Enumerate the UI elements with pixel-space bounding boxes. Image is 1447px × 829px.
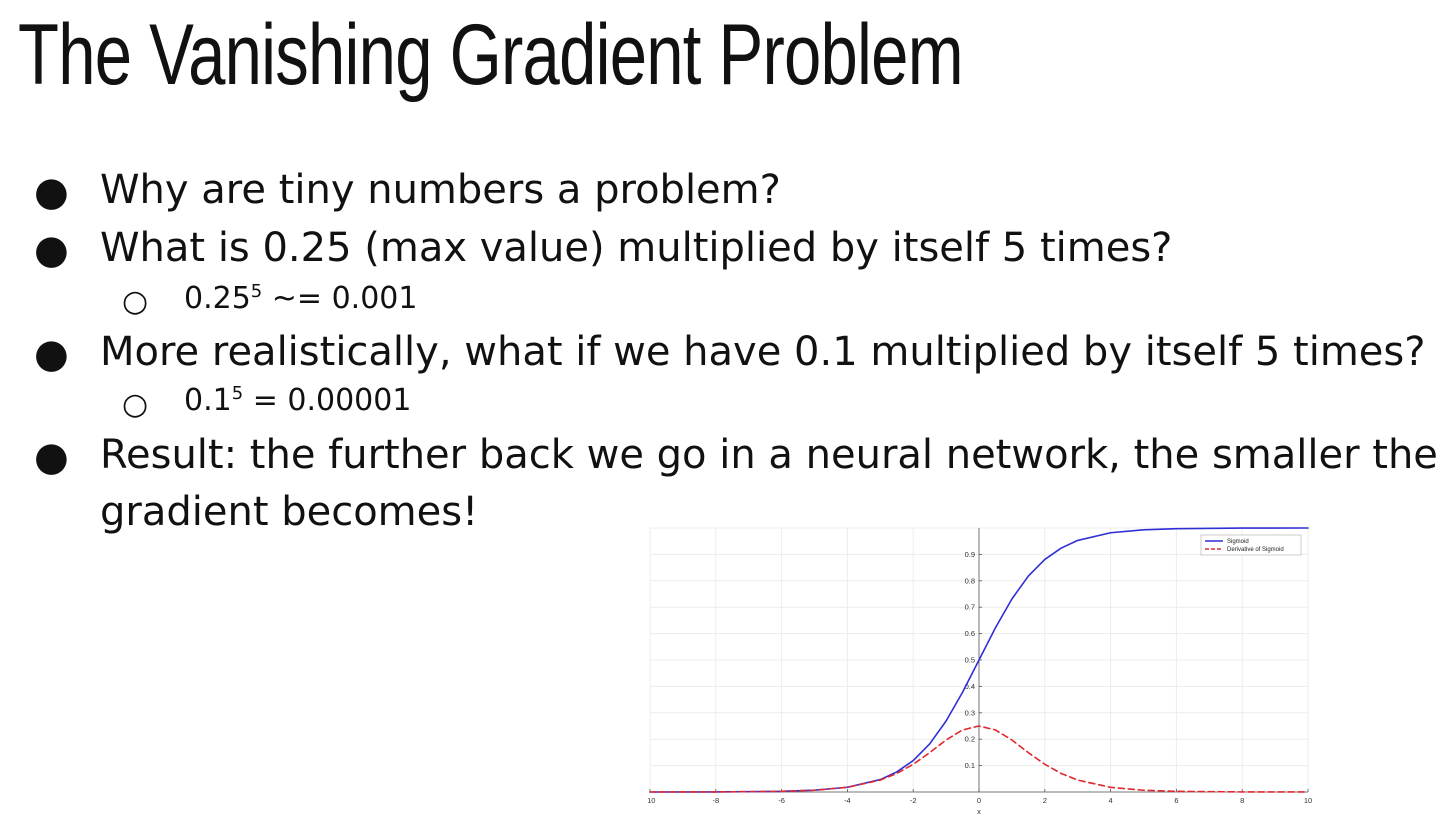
y-tick-label: 0.7	[965, 603, 975, 612]
legend: Sigmoid Derivative of Sigmoid	[1200, 534, 1302, 556]
sub-bullet-marker: ○	[122, 387, 149, 422]
x-tick-label: 0	[977, 796, 981, 805]
sub-bullet-marker: ○	[122, 284, 149, 319]
sigmoid-chart: -10-8-6-4-202468100.10.20.30.40.50.60.70…	[645, 526, 1312, 818]
y-tick-label: 0.6	[965, 629, 975, 638]
bullet-text-4-line-1: Result: the further back we go in a neur…	[100, 432, 1438, 478]
bullet-text-1: Why are tiny numbers a problem?	[100, 167, 781, 213]
slide-title: The Vanishing Gradient Problem	[18, 7, 964, 103]
chart-background	[648, 526, 1312, 818]
y-tick-label: 0.1	[965, 761, 975, 770]
y-tick-label: 0.5	[965, 656, 975, 665]
x-tick-label: 10	[1304, 796, 1312, 805]
bullet-marker: ●	[34, 331, 69, 377]
x-tick-label: -4	[844, 796, 851, 805]
x-tick-label: -6	[778, 796, 785, 805]
sub-bullet-exponent: 5	[231, 383, 244, 404]
x-tick-label: 4	[1109, 796, 1113, 805]
bullet-marker: ●	[34, 169, 69, 215]
y-tick-label: 0.3	[965, 708, 975, 717]
sub-bullet-exponent: 5	[250, 281, 263, 302]
chart-svg: -10-8-6-4-202468100.10.20.30.40.50.60.70…	[645, 526, 1312, 818]
y-tick-label: 0.9	[965, 550, 975, 559]
x-tick-label: 6	[1174, 796, 1178, 805]
legend-label: Derivative of Sigmoid	[1227, 547, 1284, 553]
x-axis-label: x	[977, 807, 981, 816]
x-tick-label: -8	[712, 796, 719, 805]
x-tick-label: 8	[1240, 796, 1244, 805]
sub-bullet-base: 0.25	[184, 281, 251, 316]
x-tick-label: -10	[648, 796, 655, 805]
bullet-marker: ●	[34, 227, 69, 273]
x-tick-label: 2	[1043, 796, 1047, 805]
bullet-marker: ●	[34, 434, 69, 480]
bullet-text-4-line-2: gradient becomes!	[100, 489, 479, 535]
x-tick-label: -2	[910, 796, 917, 805]
sub-bullet-rest: ~= 0.001	[262, 281, 418, 316]
sub-bullet-text-1: 0.255 ~= 0.001	[184, 281, 418, 316]
y-tick-label: 0.8	[965, 576, 975, 585]
bullet-text-2: What is 0.25 (max value) multiplied by i…	[100, 225, 1173, 271]
sub-bullet-base: 0.1	[184, 383, 232, 418]
sub-bullet-rest: = 0.00001	[243, 383, 412, 418]
sub-bullet-text-2: 0.15 = 0.00001	[184, 383, 412, 418]
legend-label: Sigmoid	[1227, 539, 1249, 545]
y-tick-label: 0.2	[965, 735, 975, 744]
bullet-text-3: More realistically, what if we have 0.1 …	[100, 329, 1426, 375]
